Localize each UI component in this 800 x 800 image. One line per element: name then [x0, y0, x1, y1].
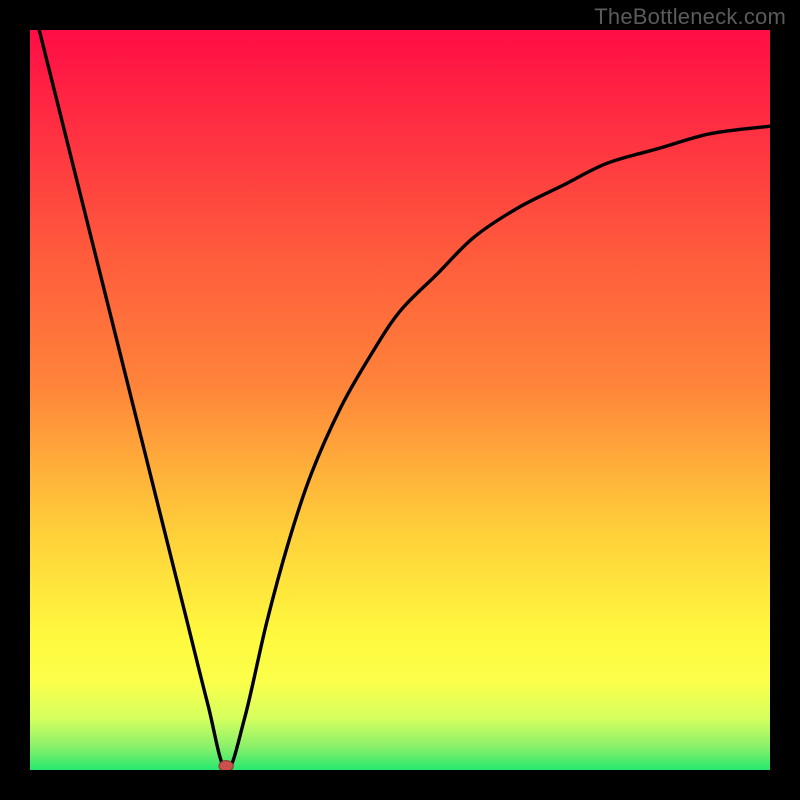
chart-frame: TheBottleneck.com — [0, 0, 800, 800]
chart-background-gradient — [30, 30, 770, 770]
chart-svg — [30, 30, 770, 770]
chart-plot-area — [30, 30, 770, 770]
optimum-marker — [219, 761, 233, 770]
watermark-label: TheBottleneck.com — [594, 4, 786, 30]
